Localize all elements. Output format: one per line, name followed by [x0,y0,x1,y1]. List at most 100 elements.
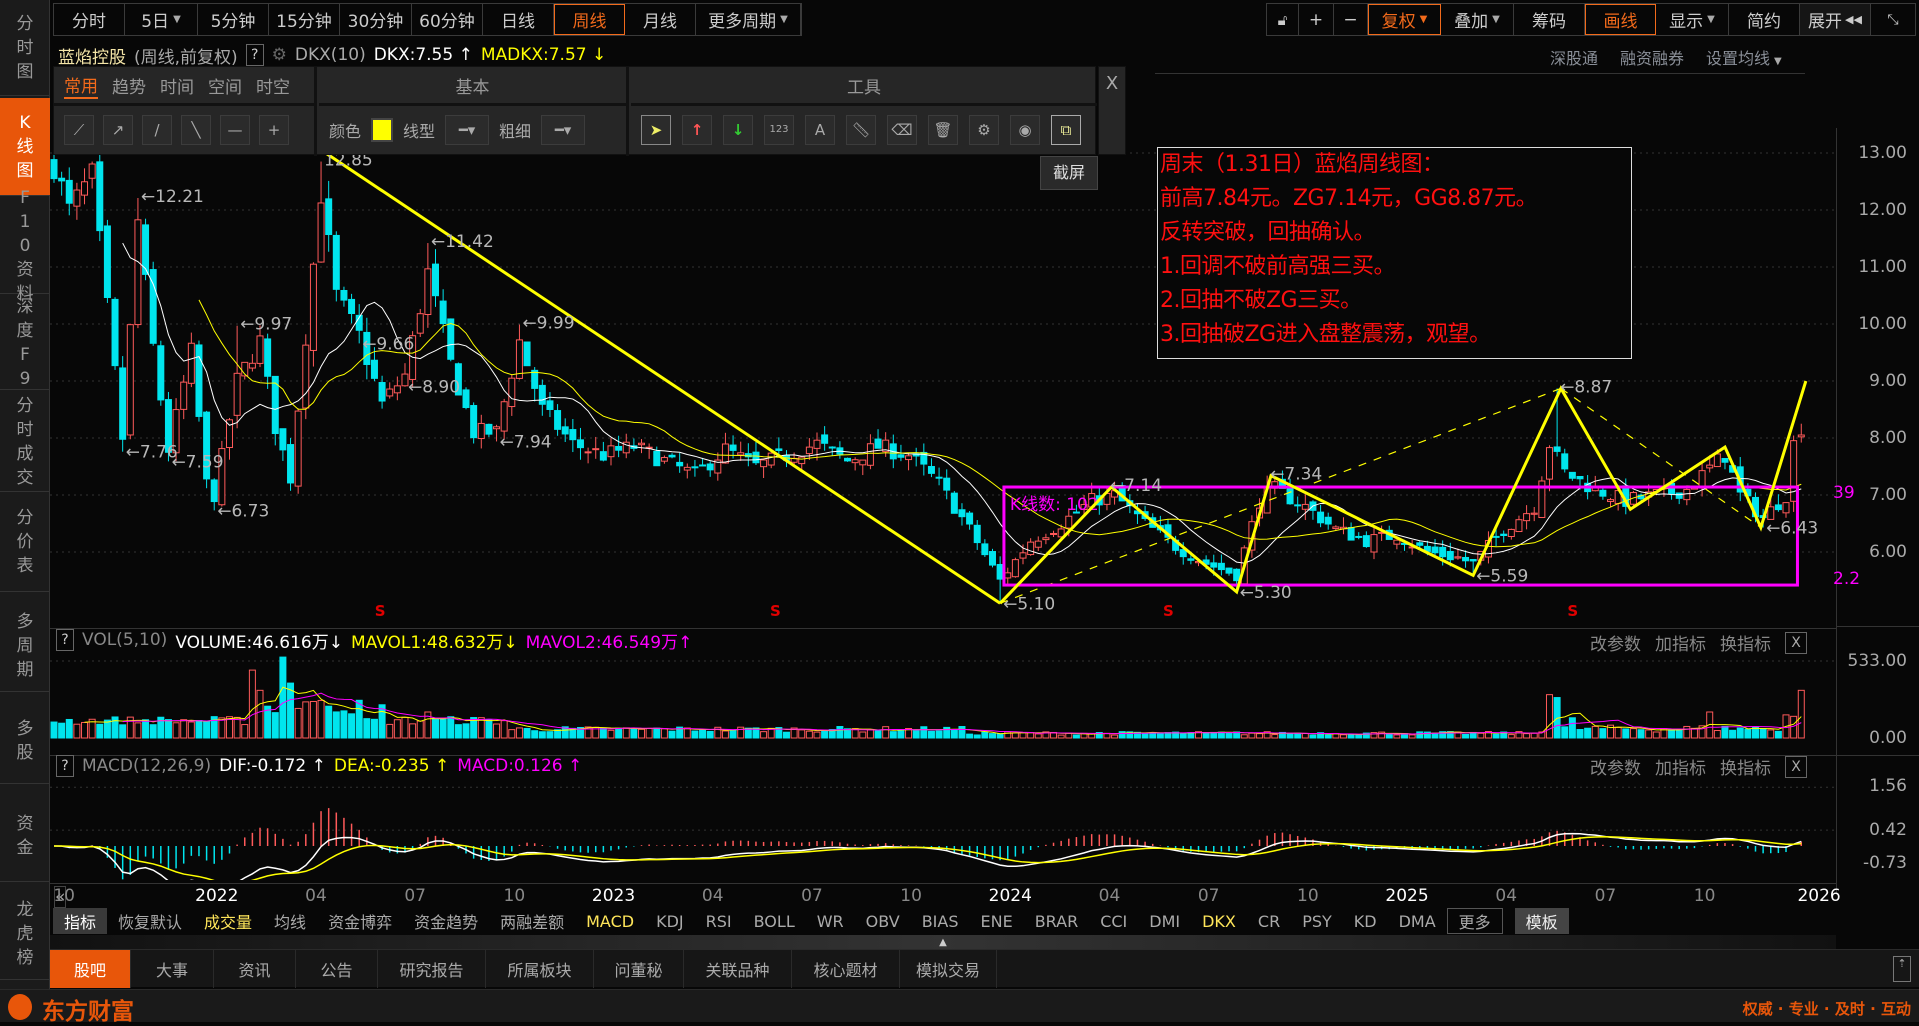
bottom-tab[interactable]: 股吧 [50,950,131,988]
draw-line-button[interactable]: 画线 [1585,4,1656,35]
overlay-dropdown[interactable]: 叠加 ▼ [1441,4,1514,35]
sidebar-item-5[interactable]: 分价表 [0,492,50,592]
bottom-tab[interactable]: 所属板块 [486,950,594,988]
tool-category-tab[interactable]: 时空 [256,73,290,98]
add-indicator-button[interactable]: 加指标 [1655,754,1706,779]
tool-category-tab[interactable]: 常用 [64,72,98,99]
period-tab-1[interactable]: 5日 ▼ [125,4,198,35]
bottom-tab[interactable]: 关联品种 [684,950,792,988]
fuquan-dropdown[interactable]: 复权 ▼ [1368,4,1441,35]
indicator-tab[interactable]: DMI [1138,908,1191,934]
down-arrow-tool[interactable]: ↓ [723,114,753,145]
text-tool[interactable]: A [805,114,835,145]
link-shenguton[interactable]: 深股通 [1550,45,1598,69]
line-tool[interactable]: / [142,114,172,145]
period-tab-9[interactable]: 更多周期 ▼ [696,4,801,35]
close-panel-button[interactable]: X [1785,631,1807,654]
bottom-tab[interactable]: 模拟交易 [900,950,997,988]
expand-button[interactable]: 展开 ◀◀ [1800,4,1871,35]
delete-tool[interactable]: 🗑︎ [928,114,958,145]
indicator-tab[interactable]: DMA [1388,908,1447,934]
tool-category-tab[interactable]: 时间 [160,73,194,98]
indicator-tab[interactable]: CR [1247,908,1291,934]
sidebar-item-2[interactable]: F10资料 [0,188,50,304]
period-tab-4[interactable]: 30分钟 [340,4,412,35]
settings-tool[interactable]: ⚙ [969,114,999,145]
visibility-tool[interactable]: ◉ [1010,114,1040,145]
bottom-tab[interactable]: 问董秘 [594,950,684,988]
bottom-tab[interactable]: 公告 [296,950,378,988]
sidebar-item-6[interactable]: 多周期 [0,600,50,692]
help-button[interactable]: ? [245,44,264,66]
indicator-tab[interactable]: BOLL [743,908,806,934]
indicator-tab[interactable]: 更多 [1446,908,1503,934]
select-tool[interactable]: ➤ [641,114,671,145]
add-indicator-button[interactable]: 加指标 [1655,630,1706,655]
close-panel-button[interactable]: X [1785,755,1807,778]
collapse-button[interactable]: ⤡ [1871,4,1915,35]
ruler-tool[interactable]: 📏︎ [846,114,876,145]
text-annotation[interactable]: 周末（1.31日）蓝焰周线图： 前高7.84元。ZG7.14元，GG8.87元。反… [1157,147,1632,359]
chips-button[interactable]: 筹码 [1514,4,1585,35]
gear-icon[interactable]: ⚙ [272,45,287,65]
sidebar-item-8[interactable]: 资金 [0,790,50,882]
simple-mode-button[interactable]: 简约 [1729,4,1800,35]
period-tab-6[interactable]: 日线 [483,4,554,35]
indicator-tab[interactable]: MACD [575,908,645,934]
expand-panel-button[interactable]: ⇡ [1893,956,1911,982]
bottom-tab[interactable]: 核心题材 [792,950,900,988]
sidebar-item-0[interactable]: 分时图 [0,0,50,96]
period-tab-3[interactable]: 15分钟 [269,4,340,35]
sidebar-item-9[interactable]: 龙虎榜 [0,888,50,980]
down-line-tool[interactable]: ╲ [181,114,211,145]
screenshot-tool[interactable]: ⧉ [1051,114,1081,145]
indicator-tab[interactable]: PSY [1291,908,1343,934]
sidebar-item-1[interactable]: K线图 [0,98,50,196]
eraser-tool[interactable]: ⌫ [887,114,917,145]
change-params-button[interactable]: 改参数 [1590,630,1641,655]
switch-indicator-button[interactable]: 换指标 [1720,630,1771,655]
zoom-in-button[interactable]: + [1299,4,1334,35]
indicator-tab[interactable]: KDJ [645,908,695,934]
close-toolbar-button[interactable]: X [1098,66,1126,155]
indicator-tab[interactable]: CCI [1089,908,1138,934]
period-tab-5[interactable]: 60分钟 [412,4,483,35]
indicator-tab[interactable]: 资金博弈 [317,908,403,934]
panel-toggle-handle[interactable]: ▲ [50,935,1836,949]
indicator-tab[interactable]: 成交量 [193,908,263,934]
display-dropdown[interactable]: 显示 ▼ [1656,4,1729,35]
indicator-tab[interactable]: ENE [970,908,1024,934]
period-tab-7[interactable]: 周线 [554,4,625,35]
change-params-button[interactable]: 改参数 [1590,754,1641,779]
period-tab-8[interactable]: 月线 [625,4,696,35]
indicator-tab[interactable]: 均线 [263,908,317,934]
color-swatch[interactable] [371,117,394,142]
indicator-tab[interactable]: 恢复默认 [107,908,193,934]
thickness-select[interactable]: ━▾ [541,114,586,145]
help-button[interactable]: ? [56,755,74,777]
indicator-tab[interactable]: 资金趋势 [403,908,489,934]
horizontal-line-tool[interactable]: — [220,114,250,145]
indicator-tab[interactable]: 两融差额 [489,908,575,934]
sidebar-item-7[interactable]: 多股 [0,698,50,784]
bottom-tab[interactable]: 资讯 [214,950,296,988]
switch-indicator-button[interactable]: 换指标 [1720,754,1771,779]
indicator-tab[interactable]: RSI [695,908,743,934]
segment-tool[interactable]: ⟋ [64,114,94,145]
link-margin-trading[interactable]: 融资融券 [1620,45,1684,69]
indicator-tab[interactable]: OBV [855,908,911,934]
indicator-tab[interactable]: WR [806,908,855,934]
sidebar-item-3[interactable]: 深度F9 [0,296,50,390]
ray-tool[interactable]: ↗ [103,114,133,145]
zoom-out-button[interactable]: − [1334,4,1368,35]
indicator-tab[interactable]: DKX [1191,908,1247,934]
indicator-tab[interactable]: BIAS [911,908,970,934]
up-arrow-tool[interactable]: ↑ [682,114,712,145]
tool-category-tab[interactable]: 空间 [208,73,242,98]
indicator-tab[interactable]: KD [1343,908,1388,934]
lock-button[interactable]: 🔓︎ [1267,4,1299,35]
linetype-select[interactable]: ━▾ [445,114,490,145]
cross-tool[interactable]: + [259,114,289,145]
tool-category-tab[interactable]: 趋势 [112,73,146,98]
set-ma-dropdown[interactable]: 设置均线 ▼ [1706,45,1782,69]
